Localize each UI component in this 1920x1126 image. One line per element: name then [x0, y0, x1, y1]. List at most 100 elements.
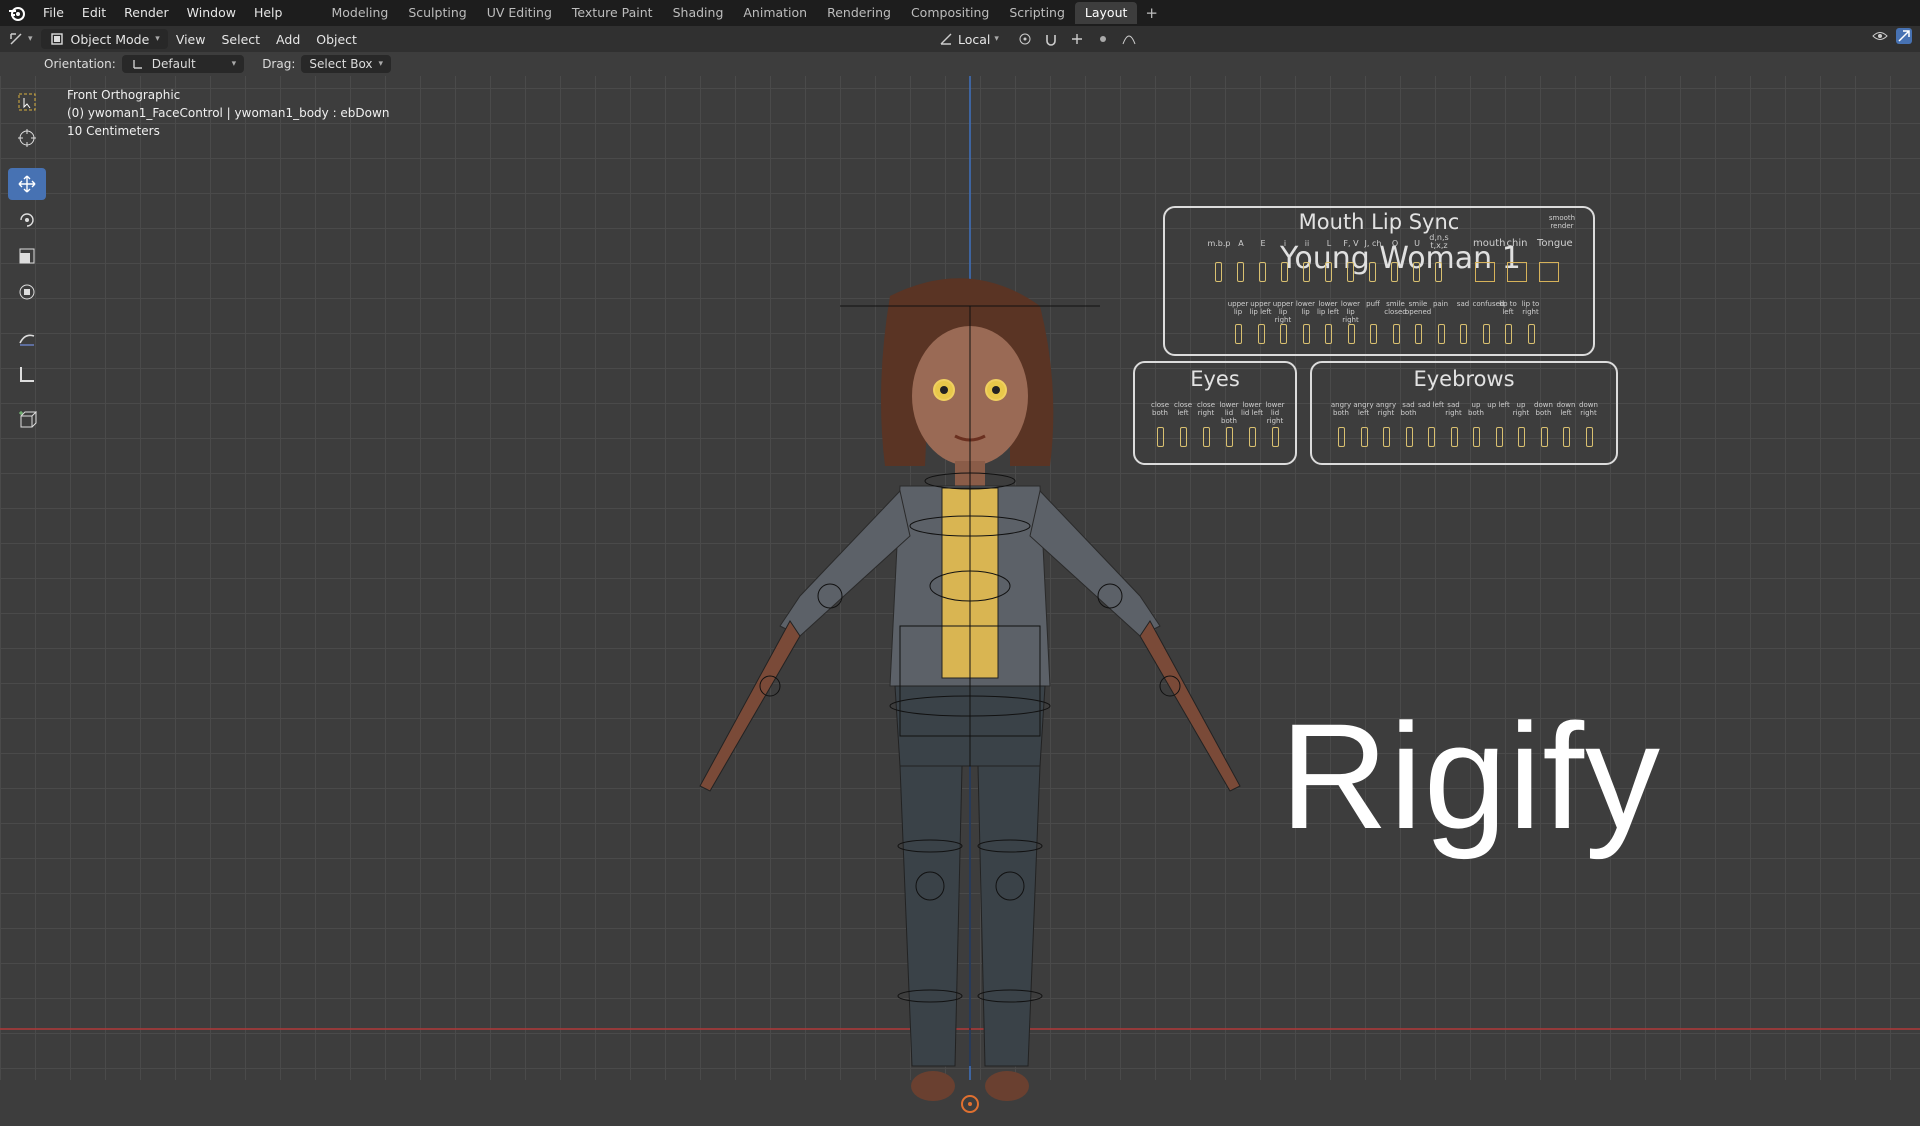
shape-slider-control[interactable]	[1257, 324, 1265, 344]
smooth-render-label: smooth render	[1548, 214, 1576, 230]
menu-select[interactable]: Select	[213, 32, 268, 47]
gizmo-toggle-icon[interactable]	[1896, 28, 1912, 44]
tab-animation[interactable]: Animation	[733, 2, 817, 24]
rotate-tool[interactable]	[8, 204, 46, 236]
lip-sync-slider[interactable]	[1215, 262, 1222, 282]
lip-sync-slider[interactable]	[1413, 262, 1420, 282]
lip-sync-slider[interactable]	[1325, 262, 1332, 282]
drag-dropdown[interactable]: Select Box ▾	[301, 55, 392, 73]
tab-rendering[interactable]: Rendering	[817, 2, 901, 24]
object-mode-icon	[49, 31, 65, 47]
shape-slider-control[interactable]	[1157, 427, 1164, 447]
tab-texture-paint[interactable]: Texture Paint	[562, 2, 663, 24]
shape-slider-control[interactable]	[1563, 427, 1570, 447]
shape-slider-control[interactable]	[1495, 427, 1503, 447]
tab-scripting[interactable]: Scripting	[999, 2, 1075, 24]
tab-modeling[interactable]: Modeling	[321, 2, 398, 24]
slider-label: lower lid right	[1265, 401, 1285, 425]
shape-slider-control[interactable]	[1347, 324, 1355, 344]
shape-slider-control[interactable]	[1527, 324, 1535, 344]
shape-slider-control[interactable]	[1415, 324, 1422, 344]
select-box-tool[interactable]	[8, 86, 46, 118]
tab-compositing[interactable]: Compositing	[901, 2, 999, 24]
mode-dropdown[interactable]: Object Mode ▾	[40, 29, 168, 49]
orientation-dropdown[interactable]: Default ▾	[121, 55, 245, 73]
editor-type-button[interactable]: ▾	[0, 28, 41, 50]
shape-slider-control[interactable]	[1370, 324, 1377, 344]
menu-edit[interactable]: Edit	[73, 0, 115, 26]
menu-window[interactable]: Window	[178, 0, 245, 26]
menu-view[interactable]: View	[168, 32, 214, 47]
visibility-icon[interactable]	[1872, 28, 1888, 44]
add-cube-tool[interactable]	[8, 404, 46, 436]
grid-scale: 10 Centimeters	[67, 124, 160, 138]
scale-tool[interactable]	[8, 240, 46, 272]
lip-sync-slider[interactable]	[1237, 262, 1244, 282]
shape-slider-control[interactable]	[1360, 427, 1368, 447]
mouth-control-square[interactable]	[1507, 262, 1527, 282]
shape-slider-control[interactable]	[1249, 427, 1256, 447]
blender-logo-icon[interactable]	[6, 2, 28, 24]
menu-render[interactable]: Render	[115, 0, 178, 26]
shape-slider-control[interactable]	[1473, 427, 1480, 447]
shape-slider-control[interactable]	[1203, 427, 1210, 447]
shape-slider-control[interactable]	[1482, 324, 1490, 344]
cursor-tool[interactable]	[8, 122, 46, 154]
shape-slider-control[interactable]	[1392, 324, 1400, 344]
lip-sync-slider[interactable]	[1281, 262, 1288, 282]
shape-slider-control[interactable]	[1235, 324, 1242, 344]
eyebrows-title: Eyebrows	[1413, 367, 1515, 391]
3d-viewport[interactable]: Young Woman 1 Mouth Lip Sync smooth rend…	[0, 76, 1920, 1113]
shape-slider-control[interactable]	[1226, 427, 1233, 447]
menu-add[interactable]: Add	[268, 32, 308, 47]
menu-object[interactable]: Object	[308, 32, 365, 47]
shape-slider-control[interactable]	[1450, 427, 1458, 447]
shape-slider-control[interactable]	[1585, 427, 1593, 447]
pivot-point-icon[interactable]	[1017, 31, 1033, 47]
transform-tool[interactable]	[8, 276, 46, 308]
chevron-down-icon: ▾	[28, 34, 33, 44]
shape-slider-control[interactable]	[1505, 324, 1512, 344]
snap-target-icon[interactable]	[1069, 31, 1085, 47]
lip-sync-slider[interactable]	[1347, 262, 1354, 282]
proportional-edit-icon[interactable]	[1095, 31, 1111, 47]
move-tool[interactable]	[8, 168, 46, 200]
shape-slider-control[interactable]	[1280, 324, 1287, 344]
shape-slider-control[interactable]	[1325, 324, 1332, 344]
shape-slider-control[interactable]	[1460, 324, 1467, 344]
slider-label: E	[1260, 239, 1266, 248]
tool-settings-bar: Orientation: Default ▾ Drag: Select Box …	[0, 52, 1920, 76]
tab-sculpting[interactable]: Sculpting	[398, 2, 476, 24]
shape-slider-control[interactable]	[1405, 427, 1413, 447]
menu-file[interactable]: File	[34, 0, 73, 26]
shape-slider-control[interactable]	[1302, 324, 1310, 344]
shape-slider-control[interactable]	[1437, 324, 1445, 344]
shape-slider-control[interactable]	[1383, 427, 1390, 447]
slider-label: d,n,s t,x,z	[1429, 233, 1449, 250]
shape-slider-control[interactable]	[1180, 427, 1187, 447]
tab-shading[interactable]: Shading	[663, 2, 734, 24]
add-workspace-button[interactable]: +	[1137, 4, 1166, 22]
tab-layout[interactable]: Layout	[1074, 2, 1138, 24]
shape-slider-control[interactable]	[1338, 427, 1345, 447]
snap-icon[interactable]	[1043, 31, 1059, 47]
mouth-control-square[interactable]	[1539, 262, 1559, 282]
lip-sync-slider[interactable]	[1259, 262, 1266, 282]
viewport-header: ▾ Object Mode ▾ View Select Add Object L…	[0, 26, 1920, 52]
lip-sync-slider[interactable]	[1435, 262, 1442, 282]
shape-slider-control[interactable]	[1540, 427, 1548, 447]
transform-orientation-dropdown[interactable]: Local ▾	[930, 28, 1007, 50]
annotate-tool[interactable]	[8, 322, 46, 354]
falloff-icon[interactable]	[1121, 31, 1137, 47]
mouth-lip-sync-panel: Mouth Lip Sync smooth render m.b.p A Ei ii L…	[1163, 206, 1595, 356]
shape-slider-control[interactable]	[1272, 427, 1279, 447]
measure-tool[interactable]	[8, 358, 46, 390]
lip-sync-slider[interactable]	[1303, 262, 1310, 282]
lip-sync-slider[interactable]	[1369, 262, 1376, 282]
shape-slider-control[interactable]	[1518, 427, 1525, 447]
tab-uv-editing[interactable]: UV Editing	[477, 2, 562, 24]
mouth-control-square[interactable]	[1475, 262, 1495, 282]
menu-help[interactable]: Help	[245, 0, 292, 26]
shape-slider-control[interactable]	[1428, 427, 1435, 447]
lip-sync-slider[interactable]	[1391, 262, 1398, 282]
